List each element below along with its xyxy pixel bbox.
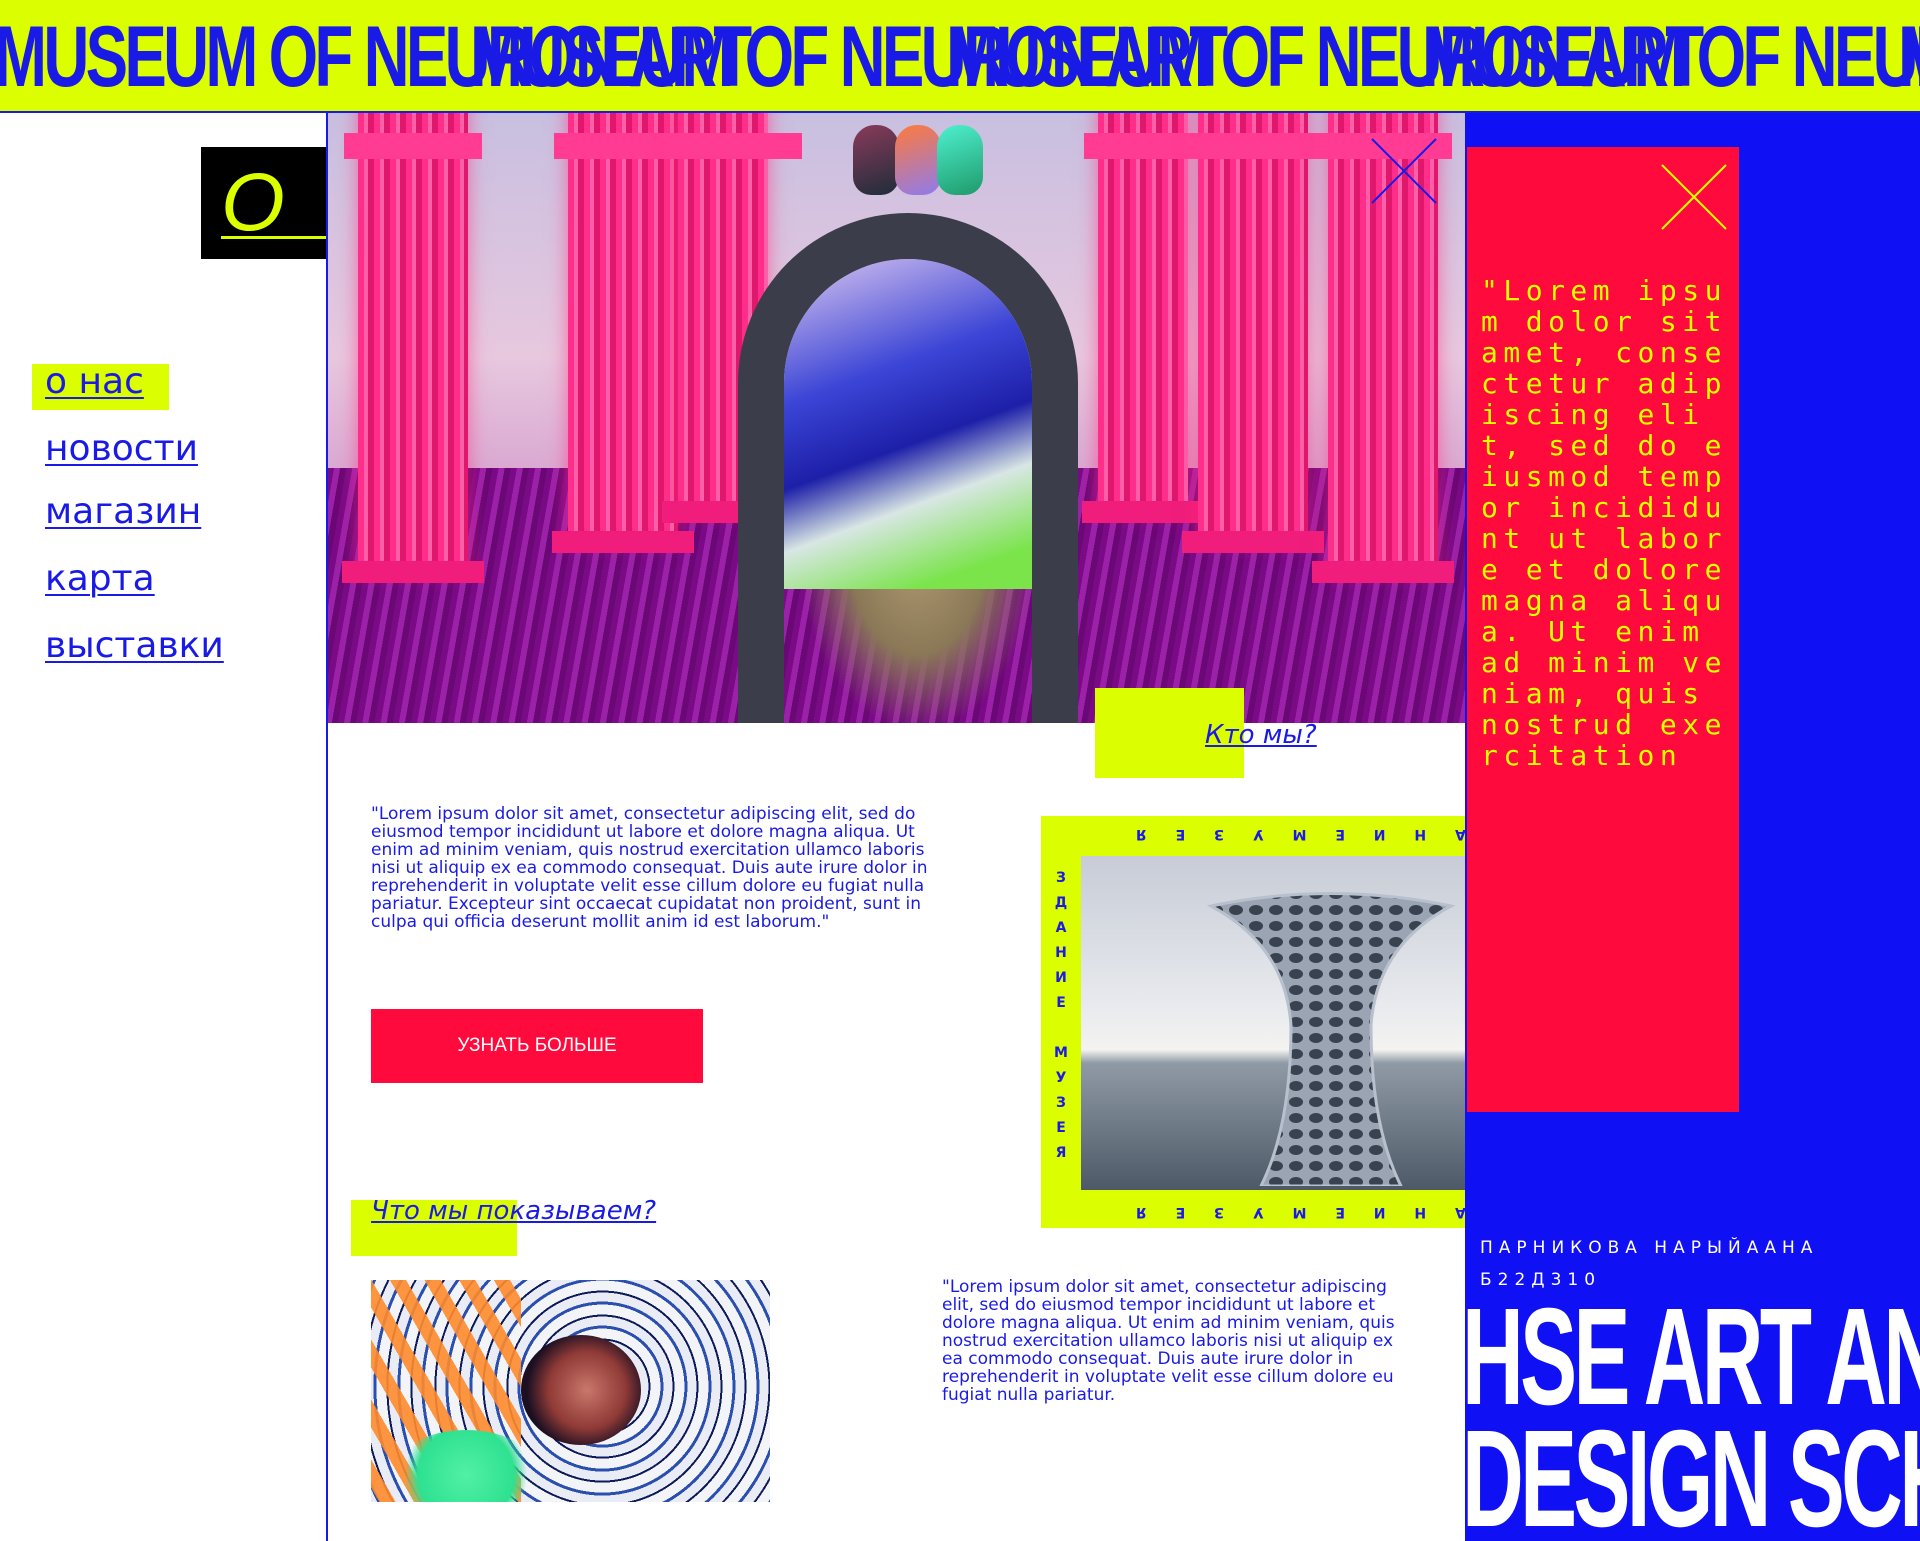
school-line-2: DESIGN SCHO (1462, 1402, 1920, 1541)
nav-item-news[interactable]: новости (45, 427, 198, 471)
neon-heads (853, 125, 983, 205)
marquee-text: MUSEUM OF NEURON ART (1898, 14, 1920, 100)
marquee-text: MUSEUM OF NEURON ART (1422, 9, 1920, 105)
nav-item-about[interactable]: о нас (45, 360, 144, 404)
school-name: HSE ART AND DESIGN SCHO (1462, 1296, 1920, 1541)
about-paragraph: "Lorem ipsum dolor sit amet, consectetur… (371, 804, 928, 932)
marquee-banner: MUSEUM OF NEURON ART MUSEUM OF NEURON ART… (0, 0, 1920, 113)
close-icon[interactable] (1370, 137, 1438, 205)
quote-card: "Lorem ipsum dolor sit amet, consectetur… (1467, 147, 1739, 1112)
learn-more-button[interactable]: УЗНАТЬ БОЛЬШЕ (371, 1009, 703, 1083)
author-info: ПАРНИКОВА НАРЫЙААНА Б22Д310 (1480, 1232, 1818, 1296)
lattice-tower (1206, 892, 1456, 1186)
school-line-1: HSE ART AND (1462, 1296, 1920, 1434)
marquee-text: MUSEUM OF NEURON ART (946, 9, 1704, 105)
marquee-text: MUSEUM OF NEURON ART (470, 9, 1228, 105)
arch-portal (784, 259, 1032, 589)
author-name: ПАРНИКОВА НАРЫЙААНА (1480, 1238, 1819, 1258)
nav-item-map[interactable]: карта (45, 557, 155, 601)
marquee-text: MUSEUM OF NEURON ART (0, 9, 752, 105)
nav-item-shop[interactable]: магазин (45, 490, 201, 534)
show-paragraph: "Lorem ipsum dolor sit amet, consectetur… (942, 1277, 1395, 1405)
who-are-we-link[interactable]: Кто мы? (1205, 720, 1317, 750)
nav-item-exhibitions[interactable]: выставки (45, 624, 224, 668)
building-caption-left: З Д А Н И Е М У З Е Я (1054, 870, 1068, 1161)
hero-image (328, 113, 1465, 723)
author-group: Б22Д310 (1480, 1270, 1602, 1290)
quote-text: "Lorem ipsum dolor sit amet, consectetur… (1481, 274, 1727, 772)
close-icon[interactable] (1660, 163, 1728, 231)
exhibit-image (371, 1280, 770, 1502)
what-we-show-link[interactable]: Что мы показываем? (371, 1196, 656, 1226)
cell-blob (521, 1335, 641, 1445)
